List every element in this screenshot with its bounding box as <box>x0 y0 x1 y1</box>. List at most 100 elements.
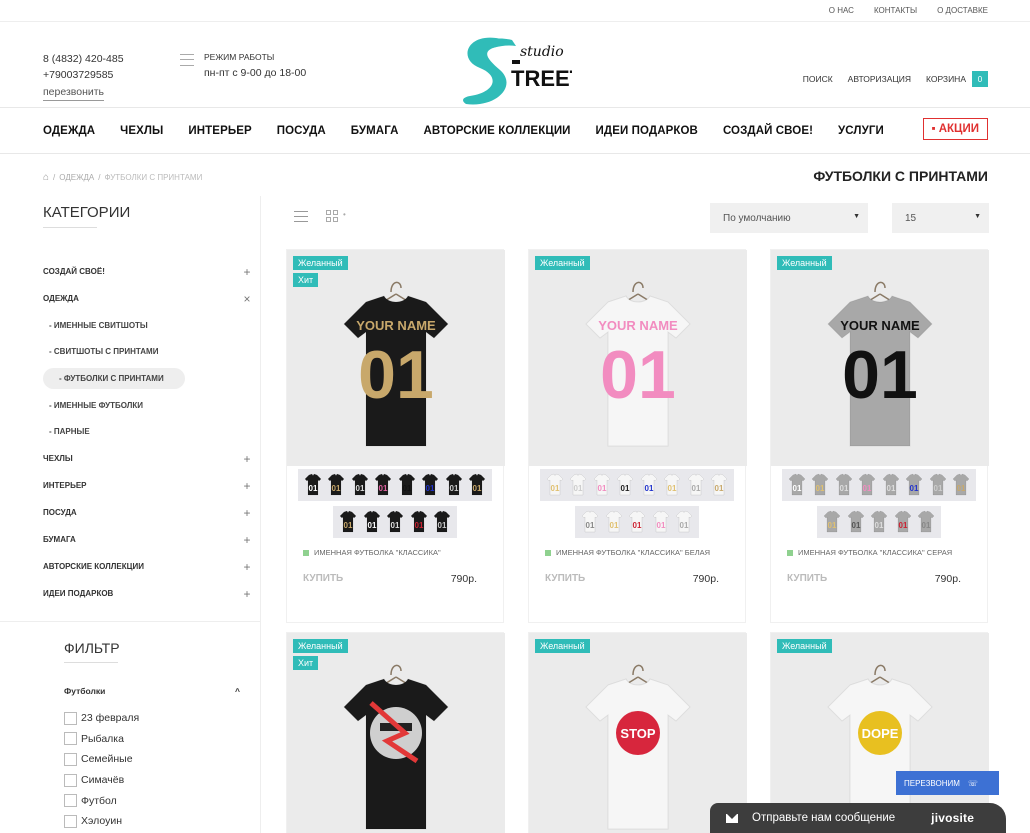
variant-thumb[interactable]: 01 <box>673 508 695 536</box>
product-card[interactable]: Желанный STOP <box>528 632 747 833</box>
category-dishes[interactable]: ПОСУДА + <box>43 499 254 526</box>
subcategory-pair[interactable]: - ПАРНЫЕ <box>43 419 254 446</box>
nav-item-clothes[interactable]: ОДЕЖДА <box>43 125 95 137</box>
delivery-link[interactable]: О ДОСТАВКЕ <box>937 6 988 15</box>
variant-thumb[interactable]: 01 <box>786 471 808 499</box>
checkbox[interactable] <box>64 711 77 725</box>
variant-thumb[interactable]: 01 <box>544 471 566 499</box>
cart-count-badge[interactable]: 0 <box>972 71 988 87</box>
product-card[interactable]: Желанный Хит <box>286 632 505 833</box>
variant-thumb[interactable]: 01 <box>685 471 707 499</box>
per-page-select[interactable]: 15 ▼ <box>892 203 989 233</box>
buy-button[interactable]: КУПИТЬ <box>787 573 827 585</box>
product-card[interactable]: Желанный YOUR NAME 01 01 01 01 01 01 01 01 01 01 0… <box>528 249 747 623</box>
callback-widget[interactable]: ПЕРЕЗВОНИМ ☏ <box>896 771 999 795</box>
nav-item-create-own[interactable]: СОЗДАЙ СВОЕ! <box>723 125 813 137</box>
variant-thumb[interactable]: 01 <box>568 471 590 499</box>
search-link[interactable]: ПОИСК <box>803 74 833 84</box>
nav-item-cases[interactable]: ЧЕХЛЫ <box>120 125 163 137</box>
cart-link[interactable]: КОРЗИНА <box>926 74 966 84</box>
phone-1[interactable]: 8 (4832) 420-485 <box>43 51 124 67</box>
expand-icon[interactable]: + <box>240 506 254 520</box>
subcategory-print-sweatshirts[interactable]: - СВИТШОТЫ С ПРИНТАМИ <box>43 339 254 366</box>
subcategory-print-tshirts[interactable]: - ФУТБОЛКИ С ПРИНТАМИ <box>43 368 185 389</box>
nav-item-dishes[interactable]: ПОСУДА <box>277 125 326 137</box>
expand-icon[interactable]: + <box>240 265 254 279</box>
buy-button[interactable]: КУПИТЬ <box>303 573 343 585</box>
variant-thumb[interactable]: 01 <box>467 471 489 499</box>
variant-thumb[interactable]: 01 <box>396 471 418 499</box>
grid-view-icon[interactable]: • <box>326 210 346 224</box>
nav-item-services[interactable]: УСЛУГИ <box>838 125 884 137</box>
promo-button[interactable]: ▪ АКЦИИ <box>923 118 988 140</box>
breadcrumb-clothes[interactable]: ОДЕЖДА <box>59 173 94 182</box>
category-author-collections[interactable]: АВТОРСКИЕ КОЛЛЕКЦИИ + <box>43 553 254 580</box>
variant-thumb[interactable]: 01 <box>349 471 371 499</box>
product-name[interactable]: ИМЕННАЯ ФУТБОЛКА "КЛАССИКА" <box>287 548 503 557</box>
variant-thumb[interactable]: 01 <box>384 508 406 536</box>
expand-icon[interactable]: + <box>240 479 254 493</box>
subcategory-name-sweatshirts[interactable]: - ИМЕННЫЕ СВИТШОТЫ <box>43 312 254 339</box>
checkbox[interactable] <box>64 773 77 787</box>
variant-thumb[interactable]: 01 <box>615 471 637 499</box>
filter-group-tshirts[interactable]: Футболки ^ <box>64 686 240 696</box>
variant-thumb[interactable]: 01 <box>927 471 949 499</box>
subcategory-name-tshirts[interactable]: - ИМЕННЫЕ ФУТБОЛКИ <box>43 392 254 419</box>
variant-thumb[interactable]: 01 <box>821 508 843 536</box>
product-card[interactable]: Желанный YOUR NAME 01 01 01 01 01 01 01 01 01 01 0… <box>770 249 989 623</box>
about-link[interactable]: О НАС <box>829 6 854 15</box>
home-icon[interactable]: ⌂ <box>43 172 49 183</box>
variant-thumb[interactable]: 01 <box>591 471 613 499</box>
variant-thumb[interactable]: 01 <box>951 471 973 499</box>
filter-option[interactable]: Хэлоуин <box>64 811 139 832</box>
phone-2[interactable]: +79003729585 <box>43 67 124 83</box>
checkbox[interactable] <box>64 752 77 766</box>
product-image[interactable]: Желанный Хит YOUR NAME 01 <box>287 250 505 466</box>
chat-widget[interactable]: Отправьте нам сообщение jivosite <box>710 803 1006 833</box>
expand-icon[interactable]: + <box>240 452 254 466</box>
variant-thumb[interactable]: 01 <box>373 471 395 499</box>
filter-option[interactable]: Симачёв <box>64 770 139 791</box>
variant-thumb[interactable]: 01 <box>361 508 383 536</box>
product-card[interactable]: Желанный Хит YOUR NAME 01 01 01 01 01 01 01 01 01… <box>286 249 505 623</box>
variant-thumb[interactable]: 01 <box>337 508 359 536</box>
category-clothes[interactable]: ОДЕЖДА × <box>43 285 254 312</box>
nav-item-paper[interactable]: БУМАГА <box>351 125 399 137</box>
expand-icon[interactable]: + <box>240 560 254 574</box>
buy-button[interactable]: КУПИТЬ <box>545 573 585 585</box>
product-name[interactable]: ИМЕННАЯ ФУТБОЛКА "КЛАССИКА" БЕЛАЯ <box>529 548 745 557</box>
product-image[interactable]: Желанный YOUR NAME 01 <box>771 250 989 466</box>
callback-link[interactable]: перезвонить <box>43 84 105 101</box>
variant-thumb[interactable]: 01 <box>603 508 625 536</box>
variant-thumb[interactable]: 01 <box>443 471 465 499</box>
checkbox[interactable] <box>64 732 77 746</box>
nav-item-author-collections[interactable]: АВТОРСКИЕ КОЛЛЕКЦИИ <box>424 125 571 137</box>
variant-thumb[interactable]: 01 <box>892 508 914 536</box>
sort-select[interactable]: По умолчанию ▼ <box>710 203 868 233</box>
product-image[interactable]: Желанный YOUR NAME 01 <box>529 250 747 466</box>
variant-thumb[interactable]: 01 <box>420 471 442 499</box>
filter-option[interactable]: Семейные <box>64 749 139 770</box>
variant-thumb[interactable]: 01 <box>833 471 855 499</box>
category-interior[interactable]: ИНТЕРЬЕР + <box>43 472 254 499</box>
filter-option[interactable]: Рыбалка <box>64 729 139 750</box>
collapse-icon[interactable]: × <box>240 292 254 306</box>
checkbox[interactable] <box>64 814 77 828</box>
nav-item-gift-ideas[interactable]: ИДЕИ ПОДАРКОВ <box>596 125 698 137</box>
chevron-up-icon[interactable]: ^ <box>235 686 240 696</box>
product-image[interactable]: Желанный Хит <box>287 633 505 833</box>
site-logo[interactable]: studio TREET <box>456 30 584 108</box>
expand-icon[interactable]: + <box>240 587 254 601</box>
variant-thumb[interactable]: 01 <box>431 508 453 536</box>
product-name[interactable]: ИМЕННАЯ ФУТБОЛКА "КЛАССИКА" СЕРАЯ <box>771 548 987 557</box>
variant-thumb[interactable]: 01 <box>810 471 832 499</box>
variant-thumb[interactable]: 01 <box>626 508 648 536</box>
category-gift-ideas[interactable]: ИДЕИ ПОДАРКОВ + <box>43 580 254 607</box>
auth-link[interactable]: АВТОРИЗАЦИЯ <box>848 74 911 84</box>
category-cases[interactable]: ЧЕХЛЫ + <box>43 445 254 472</box>
checkbox[interactable] <box>64 794 77 808</box>
variant-thumb[interactable]: 01 <box>650 508 672 536</box>
category-paper[interactable]: БУМАГА + <box>43 526 254 553</box>
list-view-icon[interactable] <box>294 211 308 222</box>
category-create-own[interactable]: СОЗДАЙ СВОЁ! + <box>43 258 254 285</box>
